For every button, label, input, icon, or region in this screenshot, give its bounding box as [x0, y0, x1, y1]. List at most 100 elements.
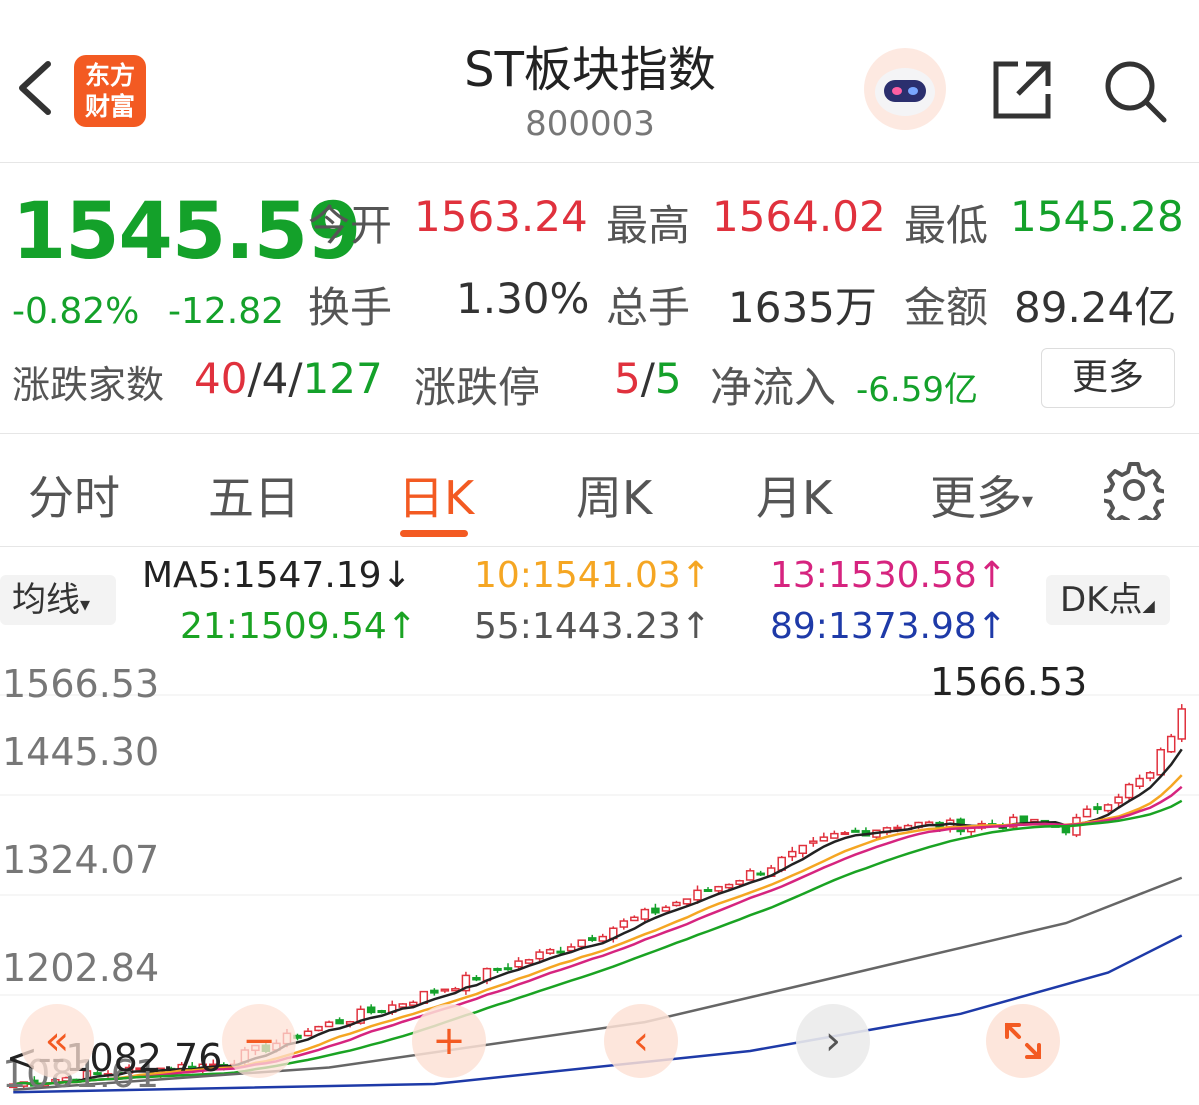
tab-intraday[interactable]: 分时: [28, 462, 120, 528]
double-chevron-left-icon: «: [44, 1018, 70, 1064]
dk-point-button[interactable]: DK点◢: [1046, 575, 1170, 625]
low-value: 1545.28: [1010, 192, 1184, 241]
candle-body: [735, 880, 744, 885]
corner-arrow-icon: ◢: [1142, 596, 1155, 615]
candle-body: [524, 959, 534, 964]
chevron-left-icon: ‹: [633, 1018, 649, 1064]
candle-body: [1145, 772, 1155, 779]
candle-body: [724, 883, 734, 889]
candle-body: [598, 935, 608, 942]
candle-body: [1166, 735, 1176, 753]
turnover-label: 换手: [308, 283, 393, 332]
change-percent: -0.82%: [12, 291, 140, 332]
candle-body: [893, 826, 902, 830]
y-tick-label: 1202.84: [2, 946, 160, 990]
tab-daily-k[interactable]: 日K: [398, 462, 474, 528]
expand-icon: [1005, 1023, 1041, 1059]
candle-body: [819, 836, 829, 842]
candle-body: [314, 1025, 323, 1032]
dropdown-arrow-icon: ▾: [1022, 489, 1034, 514]
ma55-value: 55:1443.23↑: [474, 606, 711, 647]
zoom-out-button[interactable]: −: [222, 1004, 296, 1078]
scroll-right-button[interactable]: ›: [796, 1004, 870, 1078]
low-label: 最低: [904, 201, 989, 250]
tab-five-day[interactable]: 五日: [208, 462, 300, 528]
y-tick-label: 1324.07: [2, 838, 160, 882]
candle-body: [682, 898, 692, 905]
ma10-value: 10:1541.03↑: [474, 555, 711, 596]
settings-gear-icon[interactable]: [1100, 460, 1168, 530]
tab-monthly-k[interactable]: 月K: [756, 462, 832, 528]
candle-body: [514, 960, 523, 968]
plus-icon: +: [432, 1018, 466, 1064]
candle-body: [661, 906, 671, 912]
candle-body: [324, 1021, 334, 1028]
candle-body: [430, 989, 439, 994]
y-tick-label: 1566.53: [2, 662, 160, 706]
candle-body: [830, 832, 839, 839]
candle-body: [1114, 796, 1123, 804]
ma-select[interactable]: 均线▾: [0, 575, 116, 625]
zoom-in-button[interactable]: +: [412, 1004, 486, 1078]
candle-body: [377, 1010, 386, 1014]
share-icon[interactable]: [990, 58, 1054, 122]
chevron-right-icon: ›: [825, 1018, 841, 1064]
inflow-value: -6.59亿: [856, 370, 978, 410]
candle-body: [577, 939, 586, 948]
adv-dec-value: 40/4/127: [194, 354, 383, 403]
max-price-label: 1566.53: [930, 660, 1088, 704]
scroll-left-fast-button[interactable]: «: [20, 1004, 94, 1078]
candle-body: [630, 916, 639, 922]
candle-body: [745, 870, 755, 881]
candle-body: [503, 967, 513, 971]
tab-more[interactable]: 更多▾: [930, 462, 1033, 528]
search-icon[interactable]: [1102, 58, 1168, 124]
limit-label: 涨跌停: [414, 363, 541, 412]
candle-body: [619, 920, 629, 928]
high-label: 最高: [606, 201, 691, 250]
candle-body: [1135, 777, 1144, 787]
candle-body: [693, 889, 702, 901]
y-tick-label: 1445.30: [2, 730, 160, 774]
limit-value: 5/5: [614, 354, 682, 403]
ma89-value: 89:1373.98↑: [770, 606, 1007, 647]
candle-body: [587, 937, 597, 941]
candle-body: [556, 950, 565, 954]
dropdown-arrow-icon: ▾: [80, 592, 91, 616]
volume-label: 总手: [606, 283, 691, 332]
ma13-value: 13:1530.58↑: [770, 555, 1007, 596]
candle-body: [303, 1030, 313, 1037]
candle-body: [335, 1019, 344, 1025]
candle-body: [1082, 808, 1092, 818]
candle-body: [366, 1006, 376, 1014]
stock-code: 800003: [525, 104, 655, 144]
candle-body: [472, 976, 481, 981]
more-button[interactable]: 更多: [1041, 348, 1175, 408]
candle-body: [798, 844, 808, 854]
scroll-left-button[interactable]: ‹: [604, 1004, 678, 1078]
amount-value: 89.24亿: [1014, 283, 1177, 332]
active-tab-indicator: [400, 530, 468, 537]
open-label: 今开: [308, 201, 393, 250]
candle-body: [809, 840, 818, 844]
candle-body: [840, 832, 850, 836]
robot-avatar-icon[interactable]: [864, 48, 946, 130]
change-amount: -12.82: [168, 291, 285, 332]
candle-body: [545, 948, 555, 954]
fullscreen-button[interactable]: [986, 1004, 1060, 1078]
candle-body: [535, 951, 544, 960]
back-icon[interactable]: [10, 58, 60, 118]
candle-body: [1156, 748, 1165, 776]
candle-body: [672, 901, 681, 907]
candle-body: [1093, 806, 1102, 811]
page-title: ST板块指数: [464, 42, 716, 98]
candle-body: [714, 885, 723, 892]
divider: [0, 433, 1199, 434]
candle-body: [440, 988, 450, 992]
candle-body: [787, 850, 797, 858]
minus-icon: −: [242, 1018, 276, 1064]
tab-weekly-k[interactable]: 周K: [576, 462, 652, 528]
candle-body: [1124, 783, 1134, 799]
ma21-value: 21:1509.54↑: [180, 606, 417, 647]
candle-body: [398, 1003, 408, 1008]
